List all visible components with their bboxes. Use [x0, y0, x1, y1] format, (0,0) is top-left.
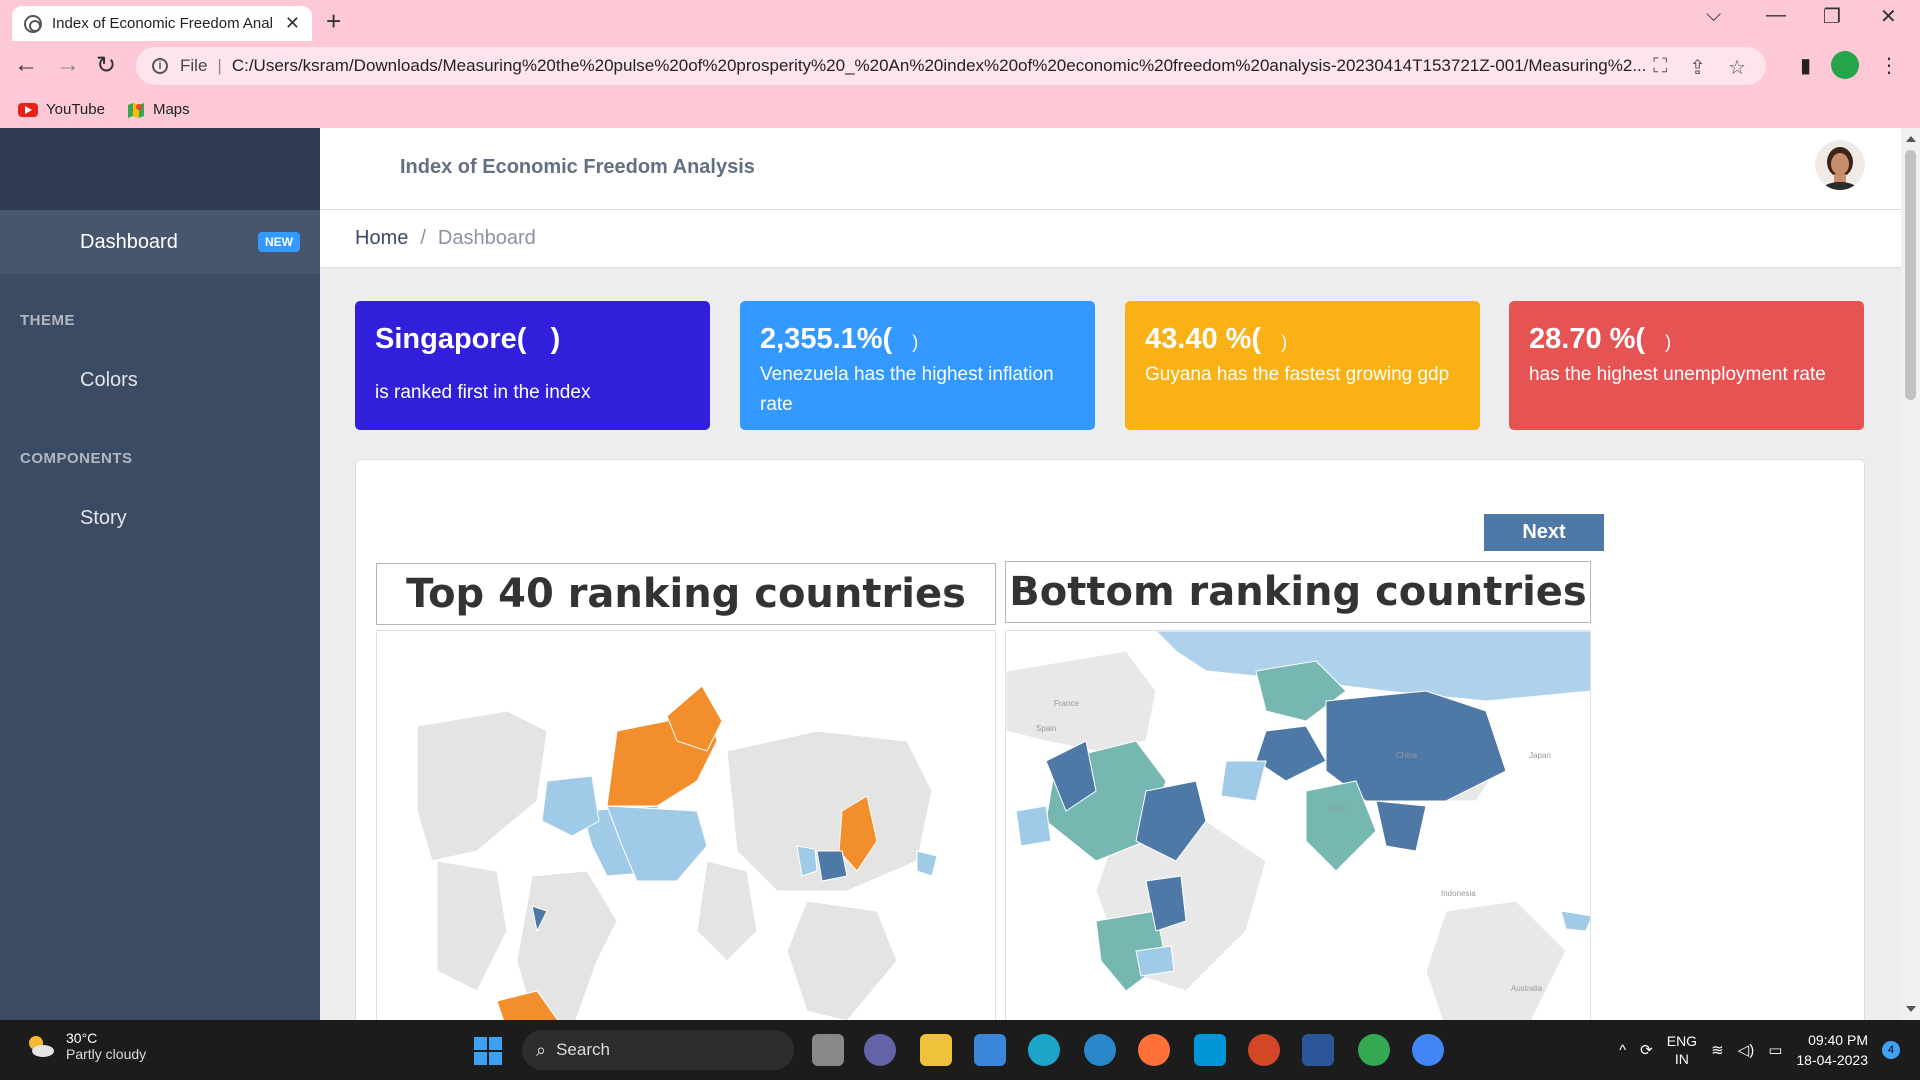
microsoft-store-icon[interactable] [974, 1034, 1006, 1066]
reload-icon[interactable]: ↻ [96, 51, 116, 80]
notification-badge[interactable]: 4 [1882, 1041, 1900, 1059]
browser-tab[interactable]: Index of Economic Freedom Anal ✕ [12, 6, 312, 41]
scroll-thumb[interactable] [1905, 150, 1916, 400]
system-tray: ^ ⟳ ENG IN ≋ ◁) ▭ 09:40 PM 18-04-2023 4 [1619, 1030, 1900, 1070]
app-header: Index of Economic Freedom Analysis [320, 128, 1901, 210]
url-text[interactable]: C:/Users/ksram/Downloads/Measuring%20the… [232, 56, 1662, 76]
powerpoint-icon[interactable] [1248, 1034, 1280, 1066]
get-help-icon[interactable] [1084, 1034, 1116, 1066]
weather-widget[interactable]: 30°C Partly cloudy [24, 1030, 146, 1062]
close-tab-icon[interactable]: ✕ [285, 13, 300, 34]
translate-icon[interactable]: ⛶ [1653, 55, 1667, 80]
sidebar-section-components: COMPONENTS [20, 450, 133, 467]
story-next-button[interactable]: Next [1484, 514, 1604, 551]
new-tab-button[interactable]: + [326, 6, 341, 37]
task-view-icon[interactable] [812, 1034, 844, 1066]
tab-title: Index of Economic Freedom Anal [52, 15, 273, 32]
chrome-icon[interactable] [1412, 1034, 1444, 1066]
browser-toolbar: ← → ↻ i File | C:/Users/ksram/Downloads/… [0, 41, 1920, 91]
show-hidden-icons-icon[interactable]: ^ [1619, 1042, 1626, 1059]
user-avatar[interactable] [1815, 140, 1865, 190]
scroll-up-arrow-icon[interactable] [1906, 136, 1916, 142]
bookmark-maps[interactable]: Maps [127, 101, 190, 119]
file-scheme-label: File [180, 56, 208, 75]
stat-card-inflation: 2,355.1%( ) Venezuela has the highest in… [740, 301, 1095, 430]
myhp-icon[interactable] [1194, 1034, 1226, 1066]
taskbar-search[interactable]: ⌕ Search [522, 1030, 794, 1070]
app-title: Index of Economic Freedom Analysis [400, 156, 755, 178]
side-panel-icon[interactable]: ▮ [1800, 53, 1811, 78]
windows-taskbar: 30°C Partly cloudy ⌕ Search ^ ⟳ ENG IN ≋… [0, 1020, 1920, 1080]
breadcrumb-home[interactable]: Home [355, 227, 408, 250]
site-info-icon[interactable]: i [152, 58, 168, 74]
browser-tab-strip: Index of Economic Freedom Anal ✕ + ⌵ — ❐… [0, 0, 1920, 41]
language-indicator[interactable]: ENG IN [1667, 1032, 1697, 1068]
word-icon[interactable] [1302, 1034, 1334, 1066]
sidebar-item-colors[interactable]: Colors [0, 348, 320, 412]
bookmarks-bar: YouTube Maps [0, 91, 1920, 128]
top-ranking-map[interactable] [376, 630, 996, 1020]
map-label-china: China [1396, 751, 1417, 760]
breadcrumb-current: Dashboard [437, 227, 536, 249]
edge-icon[interactable] [1028, 1034, 1060, 1066]
sidebar-brand [0, 128, 320, 210]
page-viewport: Dashboard NEW THEME Colors COMPONENTS St… [0, 128, 1920, 1020]
bottom-ranking-map[interactable]: France Spain Japan China India Indonesia… [1005, 630, 1591, 1020]
address-bar[interactable]: i File | C:/Users/ksram/Downloads/Measur… [136, 47, 1766, 85]
file-explorer-icon[interactable] [920, 1034, 952, 1066]
search-icon: ⌕ [536, 1039, 547, 1060]
bookmark-youtube[interactable]: YouTube [18, 101, 105, 118]
sidebar-item-story[interactable]: Story [0, 486, 320, 550]
stat-card-unemployment: 28.70 %( ) has the highest unemployment … [1509, 301, 1864, 430]
firefox-icon[interactable] [1138, 1034, 1170, 1066]
tab-search-chevron-icon[interactable]: ⌵ [1706, 4, 1721, 27]
maps-icon [127, 102, 144, 118]
bottom-ranking-title: Bottom ranking countries [1005, 561, 1591, 623]
taskbar-clock[interactable]: 09:40 PM 18-04-2023 [1796, 1030, 1868, 1070]
forward-icon[interactable]: → [56, 51, 80, 79]
youtube-icon [18, 102, 38, 117]
profile-avatar[interactable] [1831, 51, 1860, 79]
bookmark-star-icon[interactable]: ☆ [1728, 55, 1746, 80]
back-icon[interactable]: ← [14, 51, 38, 79]
map-label-spain: Spain [1036, 724, 1056, 733]
map-label-australia: Australia [1511, 984, 1543, 993]
scroll-down-arrow-icon[interactable] [1906, 1006, 1916, 1012]
share-icon[interactable]: ⇪ [1689, 55, 1706, 80]
start-button[interactable] [474, 1037, 502, 1065]
map-label-japan: Japan [1529, 751, 1551, 760]
restore-button[interactable]: ❐ [1823, 4, 1841, 29]
teams-chat-icon[interactable] [864, 1034, 896, 1066]
sidebar: Dashboard NEW THEME Colors COMPONENTS St… [0, 128, 320, 1020]
stat-card-top-ranked: Singapore( ) is ranked first in the inde… [355, 301, 710, 430]
battery-icon[interactable]: ▭ [1768, 1041, 1782, 1059]
wifi-icon[interactable]: ≋ [1711, 1041, 1724, 1059]
map-label-france: France [1054, 699, 1079, 708]
map-label-india: India [1329, 804, 1347, 813]
sidebar-item-dashboard[interactable]: Dashboard NEW [0, 210, 320, 274]
map-label-indonesia: Indonesia [1441, 889, 1476, 898]
volume-icon[interactable]: ◁) [1738, 1041, 1755, 1059]
browser-menu-icon[interactable]: ⋮ [1879, 53, 1899, 78]
chrome-profile-icon[interactable] [1358, 1034, 1390, 1066]
stat-card-gdp-growth: 43.40 %( ) Guyana has the fastest growin… [1125, 301, 1480, 430]
close-window-button[interactable]: ✕ [1880, 4, 1897, 29]
new-badge: NEW [258, 232, 300, 252]
minimize-button[interactable]: — [1766, 4, 1786, 27]
page-scrollbar[interactable] [1901, 128, 1920, 1020]
sync-icon[interactable]: ⟳ [1640, 1041, 1653, 1059]
sidebar-section-theme: THEME [20, 312, 75, 329]
breadcrumb: Home / Dashboard [320, 210, 1901, 268]
partly-cloudy-icon [29, 1036, 54, 1057]
page-favicon-icon [24, 14, 42, 33]
top-ranking-title: Top 40 ranking countries [376, 563, 996, 625]
